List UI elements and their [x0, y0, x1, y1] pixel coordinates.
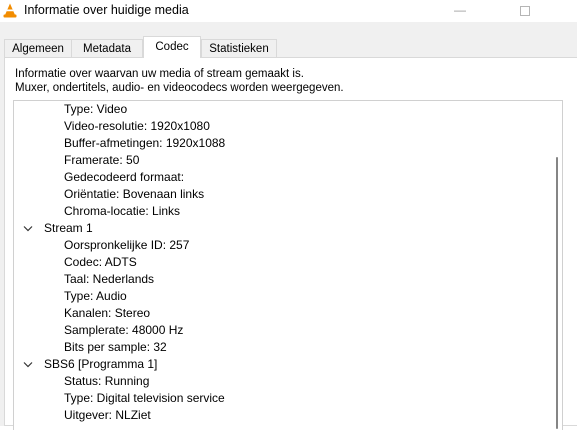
- tree-item-label: Taal: Nederlands: [64, 272, 155, 286]
- minimize-icon: —: [454, 3, 466, 17]
- tree-item[interactable]: Framerate: 50: [64, 152, 139, 169]
- tab-codec[interactable]: Codec: [143, 36, 201, 58]
- codec-tree[interactable]: Type: Video Video-resolutie: 1920x1080 Buf…: [13, 100, 563, 430]
- tree-item[interactable]: Buffer-afmetingen: 1920x1088: [64, 135, 225, 152]
- tree-item-label: Framerate: 50: [64, 153, 140, 167]
- chevron-down-icon[interactable]: [22, 356, 34, 373]
- tree-item-label: Uitgever: NLZiet: [64, 408, 151, 422]
- tree-item[interactable]: Type: Audio: [64, 288, 127, 305]
- tree-item-label: Buffer-afmetingen: 1920x1088: [64, 136, 226, 150]
- tree-item[interactable]: Status: Running: [64, 373, 149, 390]
- tab-metadata[interactable]: Metadata: [71, 39, 143, 57]
- tree-item-label: Stream 1: [44, 221, 93, 235]
- tree-item-label: Type: Audio: [64, 289, 127, 303]
- tree-item[interactable]: Codec: ADTS: [64, 254, 137, 271]
- media-info-dialog: Algemeen Metadata Codec Statistieken Inf…: [0, 22, 577, 430]
- tree-item[interactable]: Kanalen: Stereo: [64, 305, 150, 322]
- tree-group[interactable]: SBS6 [Programma 1]: [23, 356, 158, 373]
- tree-item[interactable]: Taal: Nederlands: [64, 271, 154, 288]
- minimize-button[interactable]: —: [437, 0, 483, 22]
- maximize-button[interactable]: [502, 0, 548, 22]
- tree-item[interactable]: Uitgever: NLZiet: [64, 407, 151, 424]
- tree-item-label: Samplerate: 48000 Hz: [64, 323, 184, 337]
- tree-item-label: Gedecodeerd formaat:: [64, 170, 185, 184]
- scrollbar-thumb[interactable]: [556, 157, 558, 429]
- tree-item[interactable]: Video-resolutie: 1920x1080: [64, 118, 210, 135]
- tree-item[interactable]: Chroma-locatie: Links: [64, 203, 180, 220]
- tree-item-label: Type: Digital television service: [64, 391, 225, 405]
- window-title: Informatie over huidige media: [24, 3, 189, 17]
- tab-algemeen[interactable]: Algemeen: [4, 39, 72, 57]
- maximize-icon: [520, 6, 530, 16]
- tree-item[interactable]: Oriëntatie: Bovenaan links: [64, 186, 204, 203]
- codec-tab-panel: Informatie over waarvan uw media of stre…: [4, 57, 577, 430]
- tree-item-label: Bits per sample: 32: [64, 340, 167, 354]
- tree-item-label: Kanalen: Stereo: [64, 306, 151, 320]
- tree-item-label: Oriëntatie: Bovenaan links: [64, 187, 205, 201]
- tree-group[interactable]: Stream 1: [23, 220, 93, 237]
- tree-item-label: Type: Video: [64, 102, 128, 116]
- tree-item[interactable]: Oorspronkelijke ID: 257: [64, 237, 189, 254]
- tab-statistieken[interactable]: Statistieken: [201, 39, 277, 57]
- tree-item-label: Codec: ADTS: [64, 255, 137, 269]
- title-bar: Informatie over huidige media —: [0, 0, 577, 22]
- tree-item-label: Chroma-locatie: Links: [64, 204, 181, 218]
- tree-item[interactable]: Type: Digital television service: [64, 390, 225, 407]
- tree-item[interactable]: Gedecodeerd formaat:: [64, 169, 184, 186]
- vertical-scrollbar[interactable]: [548, 101, 562, 430]
- tree-item-label: Video-resolutie: 1920x1080: [64, 119, 210, 133]
- tree-item[interactable]: Type: Video: [64, 101, 127, 118]
- codec-description: Informatie over waarvan uw media of stre…: [15, 68, 344, 94]
- tree-item[interactable]: Bits per sample: 32: [64, 339, 167, 356]
- tree-item-label: SBS6 [Programma 1]: [44, 357, 158, 371]
- chevron-down-icon[interactable]: [22, 220, 34, 237]
- tree-item-label: Oorspronkelijke ID: 257: [64, 238, 190, 252]
- vlc-cone-icon: [3, 3, 17, 18]
- tree-item-label: Status: Running: [64, 374, 150, 388]
- tree-item[interactable]: Samplerate: 48000 Hz: [64, 322, 183, 339]
